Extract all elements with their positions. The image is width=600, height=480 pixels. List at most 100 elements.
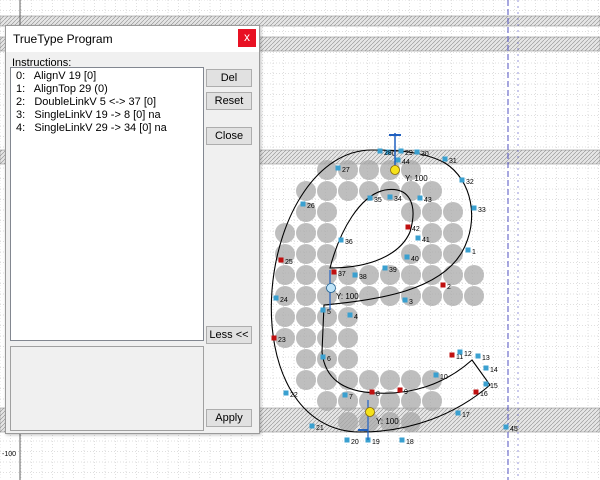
pixel-dot (443, 244, 463, 264)
outline-point[interactable] (398, 148, 404, 154)
pixel-dot (380, 391, 400, 411)
point-number-label: 14 (490, 367, 498, 374)
outline-point[interactable] (414, 149, 420, 155)
point-number-label: 28 (384, 150, 392, 157)
outline-point[interactable] (309, 423, 315, 429)
point-number-label: 13 (482, 355, 490, 362)
list-item[interactable]: 1: AlignTop 29 (0) (16, 83, 108, 95)
outline-point[interactable] (387, 194, 393, 200)
point-number-label: 4 (354, 314, 358, 321)
outline-point[interactable] (433, 372, 439, 378)
outline-point[interactable] (367, 195, 373, 201)
outline-point[interactable] (473, 389, 479, 395)
pixel-dot (296, 181, 316, 201)
pixel-dot (275, 223, 295, 243)
point-number-label: 36 (345, 239, 353, 246)
outline-point[interactable] (503, 424, 509, 430)
reset-button[interactable]: Reset (206, 92, 252, 110)
outline-point[interactable] (338, 237, 344, 243)
outline-point[interactable] (442, 156, 448, 162)
point-number-label: 45 (510, 426, 518, 433)
outline-point[interactable] (347, 312, 353, 318)
outline-point[interactable] (449, 352, 455, 358)
outline-point[interactable] (320, 307, 326, 313)
pixel-dot (275, 265, 295, 285)
pixel-dot (401, 265, 421, 285)
pixel-dot (422, 286, 442, 306)
outline-point[interactable] (273, 295, 279, 301)
pixel-dot (338, 391, 358, 411)
outline-point[interactable] (382, 265, 388, 271)
outline-point[interactable] (455, 410, 461, 416)
point-number-label: 26 (307, 203, 315, 210)
outline-point[interactable] (457, 349, 463, 355)
pixel-dot (317, 202, 337, 222)
pixel-dot (359, 370, 379, 390)
outline-point[interactable] (415, 235, 421, 241)
round-hint-icon (365, 407, 375, 417)
less-button[interactable]: Less << (206, 326, 252, 344)
pixel-dot (443, 286, 463, 306)
truetype-program-dialog: TrueType Program x Instructions: 0: Alig… (5, 25, 260, 434)
point-number-label: 5 (327, 309, 331, 316)
point-number-label: 12 (464, 351, 472, 358)
outline-point[interactable] (397, 387, 403, 393)
instructions-list[interactable]: 0: AlignV 19 [0] 1: AlignTop 29 (0) 2: D… (10, 67, 204, 341)
outline-point[interactable] (300, 201, 306, 207)
ruler-tick-label: -100 (2, 451, 16, 458)
outline-point[interactable] (320, 354, 326, 360)
outline-point[interactable] (377, 148, 383, 154)
apply-button[interactable]: Apply (206, 409, 252, 427)
outline-point[interactable] (402, 297, 408, 303)
outline-point[interactable] (352, 272, 358, 278)
outline-point[interactable] (331, 269, 337, 275)
pixel-dot (296, 265, 316, 285)
outline-point[interactable] (335, 165, 341, 171)
pixel-dot (401, 202, 421, 222)
outline-point[interactable] (342, 392, 348, 398)
outline-point[interactable] (465, 247, 471, 253)
outline-point[interactable] (344, 437, 350, 443)
pixel-dot (401, 370, 421, 390)
outline-point[interactable] (369, 389, 375, 395)
outline-point[interactable] (405, 224, 411, 230)
pixel-dot (443, 223, 463, 243)
point-number-label: 9 (404, 389, 408, 396)
outline-point[interactable] (417, 195, 423, 201)
point-number-label: 25 (285, 259, 293, 266)
outline-point[interactable] (475, 353, 481, 359)
point-number-label: 10 (440, 374, 448, 381)
outline-point[interactable] (278, 257, 284, 263)
point-number-label: 22 (290, 392, 298, 399)
pixel-dot (296, 244, 316, 264)
pixel-dot (317, 181, 337, 201)
outline-point[interactable] (271, 335, 277, 341)
pixel-dot (317, 370, 337, 390)
dialog-titlebar[interactable]: TrueType Program x (6, 26, 259, 52)
dialog-title: TrueType Program (13, 32, 113, 46)
outline-point[interactable] (399, 437, 405, 443)
del-button[interactable]: Del (206, 69, 252, 87)
point-number-label: 21 (316, 425, 324, 432)
outline-point[interactable] (459, 177, 465, 183)
pixel-dot (380, 286, 400, 306)
close-icon[interactable]: x (238, 29, 256, 47)
outline-point[interactable] (283, 390, 289, 396)
pixel-dot (338, 328, 358, 348)
outline-point[interactable] (483, 365, 489, 371)
list-item[interactable]: 2: DoubleLinkV 5 <-> 37 [0] (16, 96, 156, 108)
outline-point[interactable] (395, 157, 401, 163)
list-item[interactable]: 3: SingleLinkV 19 -> 8 [0] na (16, 109, 161, 121)
outline-point[interactable] (404, 254, 410, 260)
point-number-label: 2 (447, 284, 451, 291)
point-number-label: 43 (424, 197, 432, 204)
outline-point[interactable] (483, 381, 489, 387)
list-item[interactable]: 4: SingleLinkV 29 -> 34 [0] na (16, 122, 167, 134)
list-item[interactable]: 0: AlignV 19 [0] (16, 70, 96, 82)
pixel-dot (422, 391, 442, 411)
close-button[interactable]: Close (206, 127, 252, 145)
round-hint-icon (326, 283, 336, 293)
outline-point[interactable] (440, 282, 446, 288)
outline-point[interactable] (471, 205, 477, 211)
point-number-label: 8 (376, 391, 380, 398)
